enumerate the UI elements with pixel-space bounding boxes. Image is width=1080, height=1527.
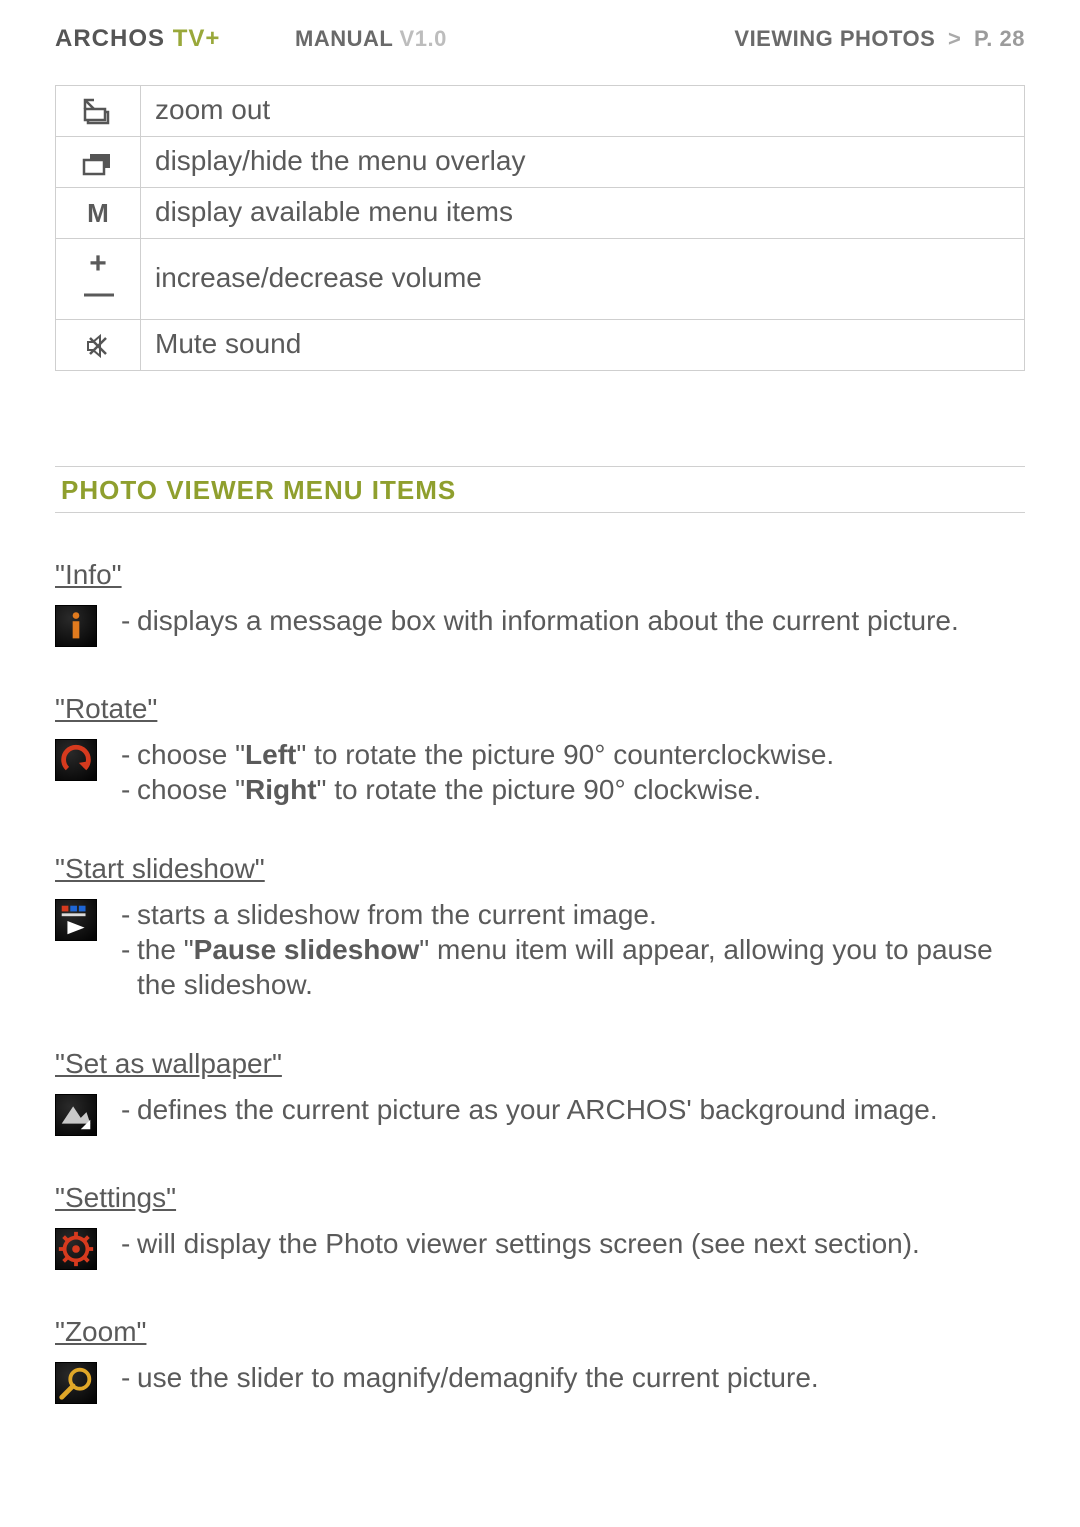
menu-item-settings: "Settings" -will display the Photo viewe…	[55, 1182, 1025, 1270]
plus-minus-icon: +—	[56, 239, 141, 320]
bullet-text: choose "Right" to rotate the picture 90°…	[137, 772, 761, 807]
bullet-dash: -	[121, 1226, 137, 1261]
menu-item-text: -will display the Photo viewer settings …	[121, 1226, 1025, 1261]
menu-item-slideshow: "Start slideshow" -starts a slideshow fr…	[55, 853, 1025, 1002]
section-title-text: PHOTO VIEWER MENU ITEMS	[61, 475, 456, 505]
menu-item-text: -starts a slideshow from the current ima…	[121, 897, 1025, 1002]
zoom-out-icon	[56, 86, 141, 137]
control-label: display available menu items	[141, 188, 1025, 239]
info-icon	[55, 605, 97, 647]
section-name: VIEWING PHOTOS	[734, 26, 935, 51]
page: ARCHOS TV+ MANUAL V1.0 VIEWING PHOTOS > …	[0, 0, 1080, 1527]
bullet-dash: -	[121, 1092, 137, 1127]
header: ARCHOS TV+ MANUAL V1.0 VIEWING PHOTOS > …	[55, 25, 1025, 53]
bullet-dash: -	[121, 772, 137, 807]
control-label: increase/decrease volume	[141, 239, 1025, 320]
bullet-text: will display the Photo viewer settings s…	[137, 1226, 920, 1261]
bullet-dash: -	[121, 897, 137, 932]
bullet-text: use the slider to magnify/demagnify the …	[137, 1360, 819, 1395]
bullet-dash: -	[121, 737, 137, 772]
menu-item-text: - choose "Left" to rotate the picture 90…	[121, 737, 1025, 807]
control-label: zoom out	[141, 86, 1025, 137]
manual-text: MANUAL	[295, 26, 393, 51]
breadcrumb: VIEWING PHOTOS > P. 28	[615, 26, 1025, 52]
mute-icon	[56, 320, 141, 371]
overlay-icon	[56, 137, 141, 188]
menu-item-info: "Info" -displays a message box with info…	[55, 559, 1025, 647]
bullet-dash: -	[121, 932, 137, 1002]
bullet-dash: -	[121, 603, 137, 638]
table-row: Mute sound	[56, 320, 1025, 371]
menu-m-icon: M	[56, 188, 141, 239]
menu-item-title: "Start slideshow"	[55, 853, 1025, 885]
bullet-dash: -	[121, 1360, 137, 1395]
table-row: display/hide the menu overlay	[56, 137, 1025, 188]
bullet-text: the "Pause slideshow" menu item will app…	[137, 932, 1025, 1002]
manual-version: V1.0	[400, 26, 447, 51]
breadcrumb-separator: >	[948, 26, 961, 51]
menu-item-title: "Settings"	[55, 1182, 1025, 1214]
rotate-icon	[55, 739, 97, 781]
brand-archos: ARCHOS	[55, 25, 165, 52]
menu-item-title: "Info"	[55, 559, 1025, 591]
bullet-text: displays a message box with information …	[137, 603, 959, 638]
page-number: P. 28	[974, 26, 1025, 51]
menu-item-title: "Rotate"	[55, 693, 1025, 725]
brand: ARCHOS TV+	[55, 25, 295, 53]
wallpaper-icon	[55, 1094, 97, 1136]
controls-table: zoom out display/hide the menu overlay M…	[55, 85, 1025, 371]
menu-item-title: "Set as wallpaper"	[55, 1048, 1025, 1080]
menu-item-wallpaper: "Set as wallpaper" -defines the current …	[55, 1048, 1025, 1136]
zoom-icon	[55, 1362, 97, 1404]
slideshow-icon	[55, 899, 97, 941]
menu-item-title: "Zoom"	[55, 1316, 1025, 1348]
table-row: M display available menu items	[56, 188, 1025, 239]
control-label: display/hide the menu overlay	[141, 137, 1025, 188]
menu-item-text: -displays a message box with information…	[121, 603, 1025, 638]
bullet-text: choose "Left" to rotate the picture 90° …	[137, 737, 834, 772]
settings-icon	[55, 1228, 97, 1270]
bullet-text: starts a slideshow from the current imag…	[137, 897, 657, 932]
manual-label: MANUAL V1.0	[295, 26, 615, 52]
control-label: Mute sound	[141, 320, 1025, 371]
menu-item-text: -defines the current picture as your ARC…	[121, 1092, 1025, 1127]
brand-tvplus: TV+	[173, 25, 221, 52]
table-row: +— increase/decrease volume	[56, 239, 1025, 320]
menu-item-text: -use the slider to magnify/demagnify the…	[121, 1360, 1025, 1395]
menu-item-zoom: "Zoom" -use the slider to magnify/demagn…	[55, 1316, 1025, 1404]
menu-item-rotate: "Rotate" - choose "Left" to rotate the p…	[55, 693, 1025, 807]
table-row: zoom out	[56, 86, 1025, 137]
bullet-text: defines the current picture as your ARCH…	[137, 1092, 938, 1127]
section-heading: PHOTO VIEWER MENU ITEMS	[55, 466, 1025, 513]
